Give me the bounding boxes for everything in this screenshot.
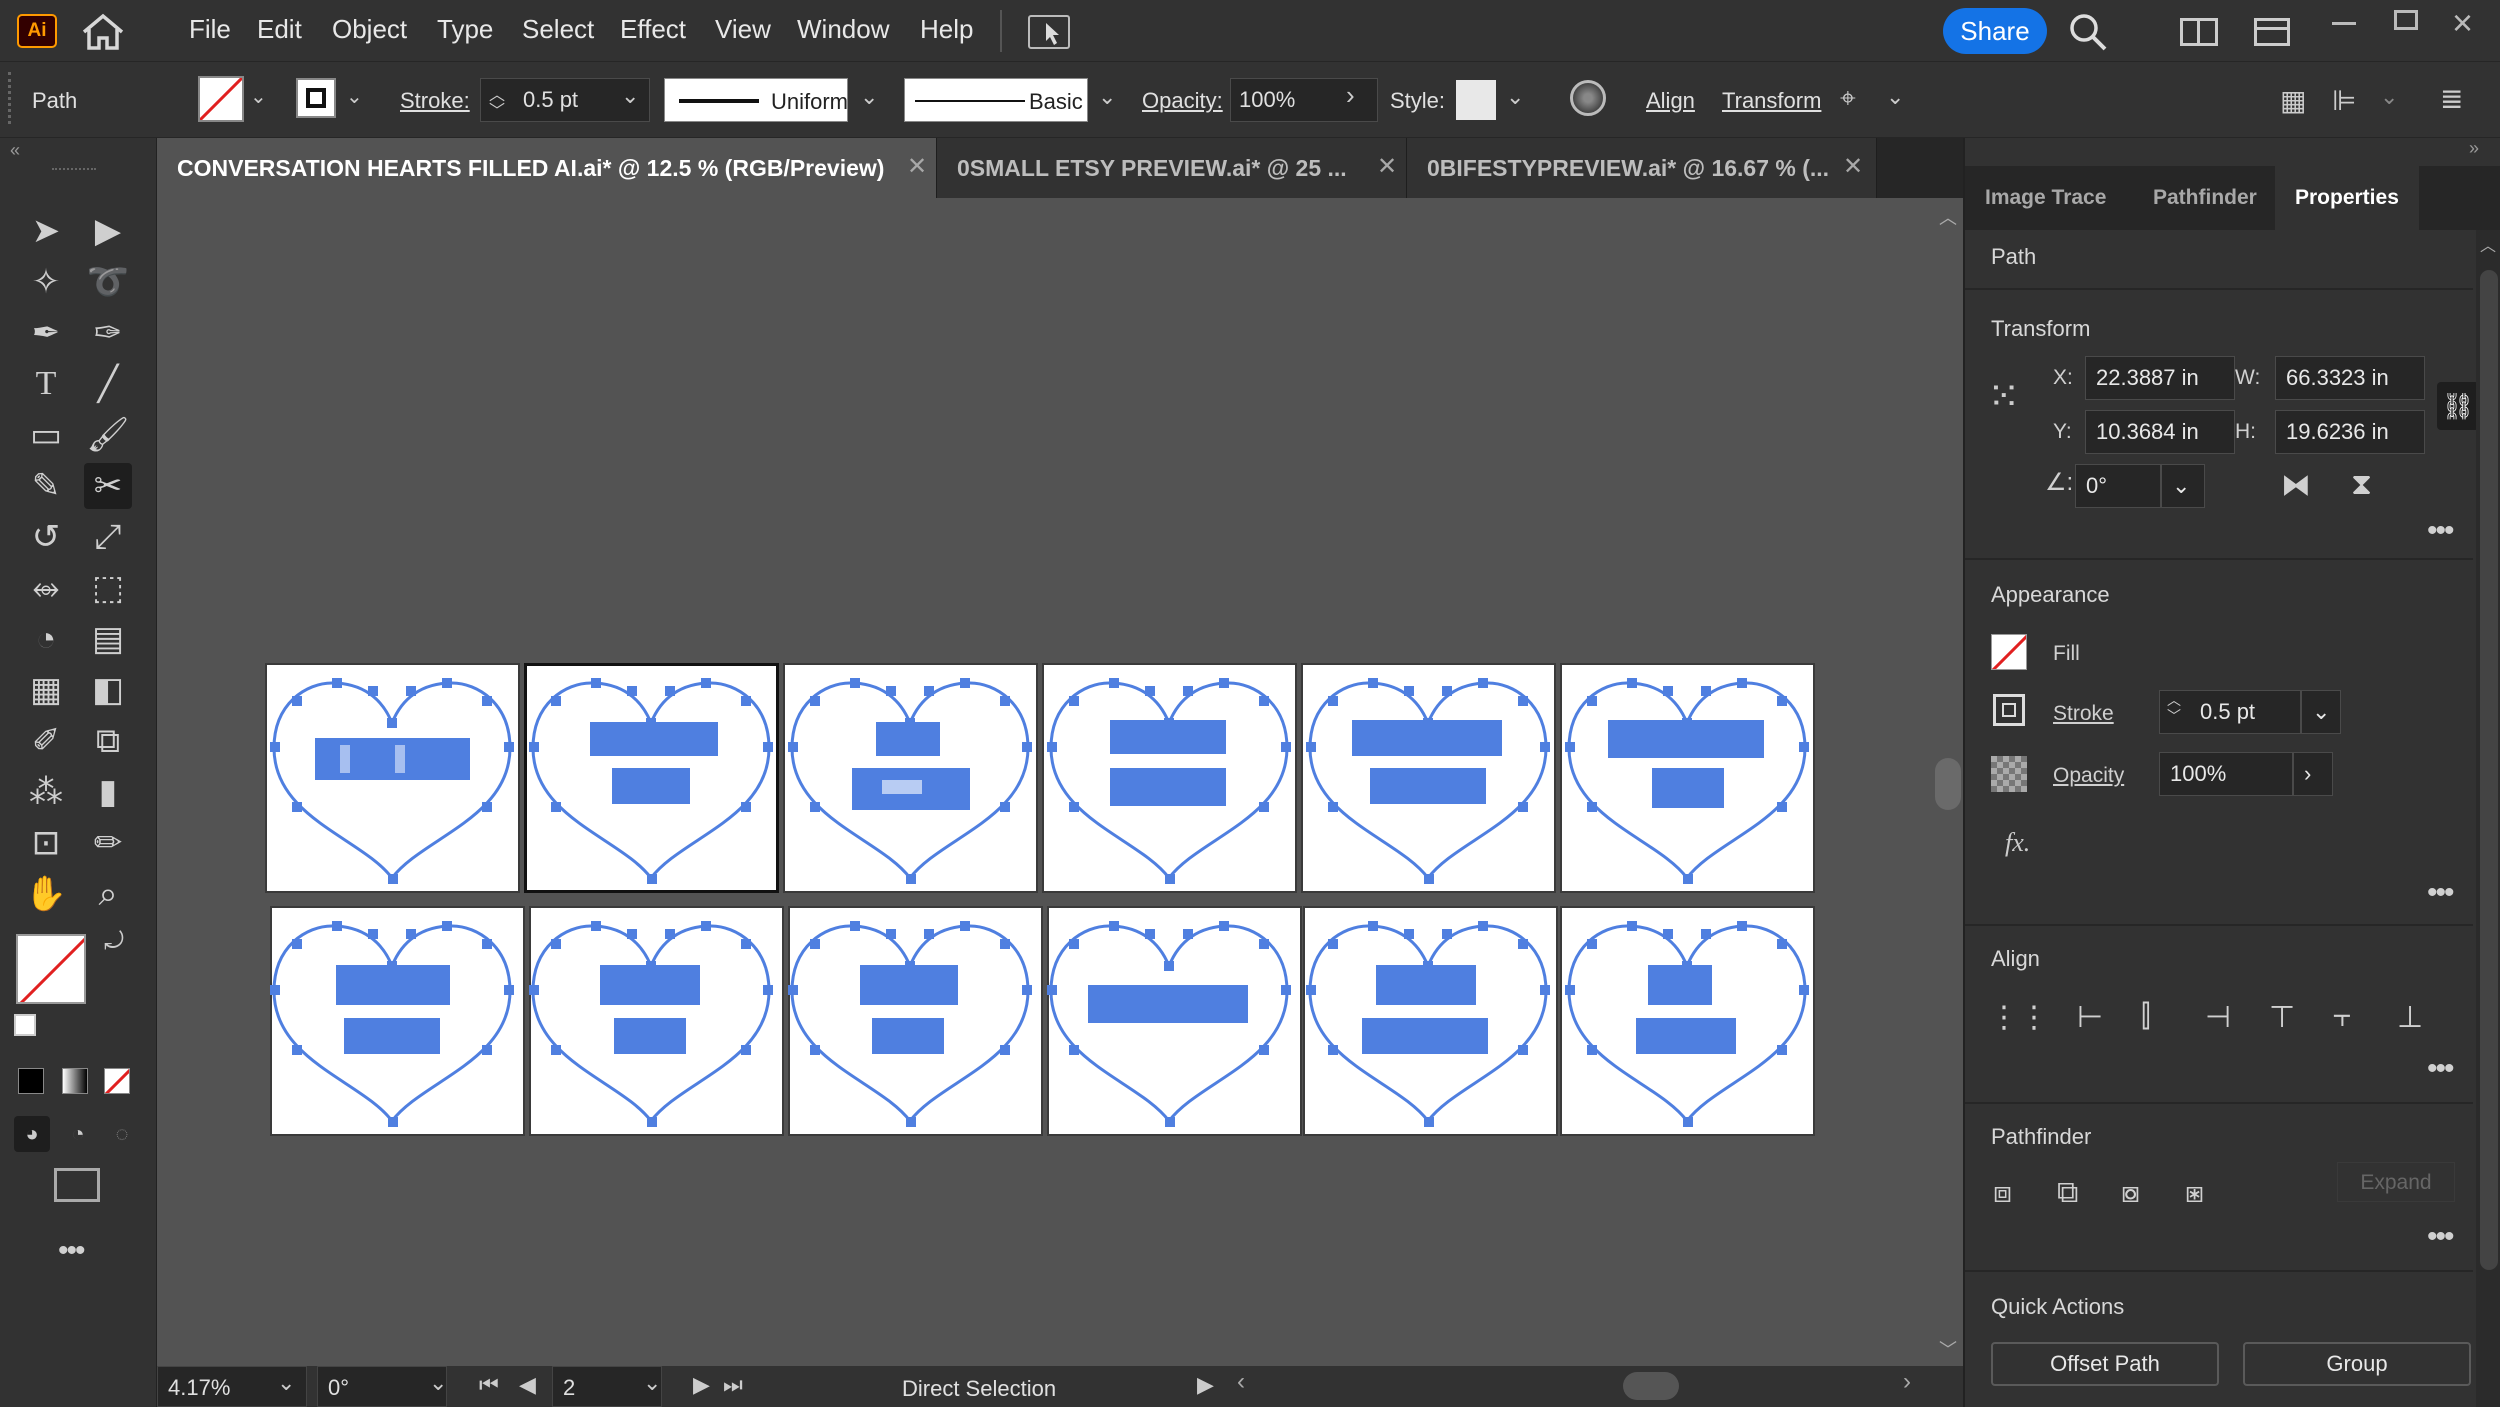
first-artboard-icon[interactable]: ⏮: [479, 1372, 499, 1398]
next-artboard-icon[interactable]: ▶: [693, 1372, 710, 1398]
transform-heading: Transform: [1991, 316, 2091, 341]
expand-panel-icon[interactable]: »: [2469, 138, 2479, 159]
heart-shape[interactable]: [1563, 676, 1811, 886]
unite-icon[interactable]: ⧈: [1993, 1176, 2012, 1210]
stepper-down-icon[interactable]: ﹀: [2167, 706, 2181, 726]
scroll-thumb[interactable]: [1935, 758, 1961, 810]
pathfinder-heading: Pathfinder: [1991, 1124, 2092, 1149]
panel-scroll-thumb[interactable]: [2480, 270, 2498, 1270]
artboard-dropdown-icon[interactable]: ⌄: [643, 1370, 661, 1396]
artboard-number[interactable]: 2: [563, 1375, 575, 1401]
divider: [1965, 1270, 2473, 1272]
divider: [1965, 558, 2473, 560]
heart-shape[interactable]: [527, 676, 775, 886]
heart-shape[interactable]: [1045, 919, 1293, 1129]
flip-vertical-icon[interactable]: ⧗: [2351, 468, 2372, 502]
h-field[interactable]: 19.6236 in: [2275, 410, 2425, 454]
align-vertical-center-icon[interactable]: ⫟: [2333, 1000, 2351, 1034]
last-artboard-icon[interactable]: ⏭: [723, 1372, 743, 1398]
fill-label[interactable]: Fill: [2053, 642, 2080, 666]
horizontal-scroll-thumb[interactable]: [1623, 1372, 1679, 1400]
stroke-swatch[interactable]: [1993, 694, 2025, 726]
heart-shape[interactable]: [1304, 919, 1552, 1129]
align-top-icon[interactable]: ⊤: [2269, 1000, 2295, 1035]
current-tool-label: Direct Selection: [902, 1376, 1057, 1401]
group-button[interactable]: Group: [2243, 1342, 2471, 1386]
appearance-heading: Appearance: [1991, 582, 2110, 607]
scroll-down-icon[interactable]: ﹀: [1939, 1336, 1957, 1362]
opacity-swatch[interactable]: [1991, 756, 2027, 792]
status-menu-icon[interactable]: ▶: [1197, 1372, 1214, 1398]
heart-shape[interactable]: [1563, 919, 1811, 1129]
align-horizontal-center-icon[interactable]: ⫿: [2141, 1000, 2151, 1034]
expand-button[interactable]: Expand: [2337, 1162, 2455, 1202]
constrain-proportions-icon[interactable]: ⛓: [2437, 382, 2479, 430]
more-transform-icon[interactable]: •••: [2427, 514, 2454, 548]
align-bottom-icon[interactable]: ⊥: [2397, 1000, 2423, 1035]
align-left-icon[interactable]: ⊢: [2077, 1000, 2103, 1035]
selection-type-heading: Path: [1991, 244, 2037, 269]
status-bar: 4.17% ⌄ 0° ⌄ ⏮ ◀ 2 ⌄ ▶ ⏭ Direct Selectio…: [157, 1366, 1963, 1407]
stroke-weight-dropdown-icon[interactable]: ⌄: [2301, 690, 2341, 734]
angle-icon: ∠:: [2045, 469, 2074, 496]
panel-scrollbar[interactable]: ︿: [2476, 230, 2500, 1407]
rotation-value[interactable]: 0°: [328, 1375, 349, 1401]
more-align-icon[interactable]: •••: [2427, 1052, 2454, 1086]
panel-scroll-up-icon[interactable]: ︿: [2480, 232, 2496, 256]
fx-icon[interactable]: fx.: [2005, 828, 2030, 858]
heart-shape[interactable]: [1045, 676, 1293, 886]
y-label: Y:: [2053, 420, 2072, 443]
align-right-icon[interactable]: ⊣: [2205, 1000, 2231, 1035]
x-label: X:: [2053, 366, 2073, 389]
zoom-dropdown-icon[interactable]: ⌄: [277, 1370, 295, 1396]
reference-point-icon[interactable]: ⁙: [1987, 374, 2021, 420]
minus-front-icon[interactable]: ⧉: [2057, 1176, 2078, 1210]
zoom-value[interactable]: 4.17%: [168, 1375, 230, 1401]
scroll-up-icon[interactable]: ︿: [1939, 204, 1957, 230]
x-field[interactable]: 22.3887 in: [2085, 356, 2235, 400]
heart-shape[interactable]: [268, 919, 516, 1129]
divider: [1965, 288, 2473, 290]
scroll-left-icon[interactable]: ‹: [1237, 1368, 1245, 1396]
rotate-field[interactable]: 0°: [2075, 464, 2161, 508]
vertical-scrollbar[interactable]: ︿ ﹀: [1933, 198, 1963, 1366]
offset-path-button[interactable]: Offset Path: [1991, 1342, 2219, 1386]
intersect-icon[interactable]: ⧇: [2121, 1176, 2140, 1210]
opacity-label[interactable]: Opacity: [2053, 764, 2124, 788]
fill-swatch[interactable]: [1991, 634, 2027, 670]
tab-properties[interactable]: Properties: [2275, 166, 2419, 230]
rotation-field[interactable]: 0°: [317, 1366, 447, 1407]
flip-horizontal-icon[interactable]: ⧓: [2281, 468, 2311, 503]
rotation-dropdown-icon[interactable]: ⌄: [429, 1370, 447, 1396]
more-pathfinder-icon[interactable]: •••: [2427, 1220, 2454, 1254]
opacity-chevron-icon[interactable]: ›: [2293, 752, 2333, 796]
y-field[interactable]: 10.3684 in: [2085, 410, 2235, 454]
align-heading: Align: [1991, 946, 2040, 971]
more-appearance-icon[interactable]: •••: [2427, 876, 2454, 910]
divider: [1965, 1102, 2473, 1104]
w-field[interactable]: 66.3323 in: [2275, 356, 2425, 400]
align-to-icon[interactable]: ⋮⋮: [1989, 1000, 2049, 1035]
tab-image-trace[interactable]: Image Trace: [1965, 166, 2126, 230]
exclude-icon[interactable]: ⧆: [2185, 1176, 2204, 1210]
heart-shape[interactable]: [786, 676, 1034, 886]
rotate-dropdown-icon[interactable]: ⌄: [2161, 464, 2205, 508]
previous-artboard-icon[interactable]: ◀: [519, 1372, 536, 1398]
stroke-label[interactable]: Stroke: [2053, 702, 2114, 726]
h-label: H:: [2235, 420, 2256, 443]
w-label: W:: [2235, 366, 2261, 389]
scroll-right-icon[interactable]: ›: [1903, 1368, 1911, 1396]
tab-pathfinder[interactable]: Pathfinder: [2133, 166, 2277, 230]
heart-shape[interactable]: [786, 919, 1034, 1129]
heart-shape[interactable]: [527, 919, 775, 1129]
opacity-field[interactable]: 100%: [2159, 752, 2293, 796]
heart-shape[interactable]: [268, 676, 516, 886]
heart-shape[interactable]: [1304, 676, 1552, 886]
properties-panel: » Image Trace Pathfinder Properties Path…: [1963, 138, 2500, 1407]
quick-actions-heading: Quick Actions: [1991, 1294, 2125, 1319]
divider: [1965, 924, 2473, 926]
